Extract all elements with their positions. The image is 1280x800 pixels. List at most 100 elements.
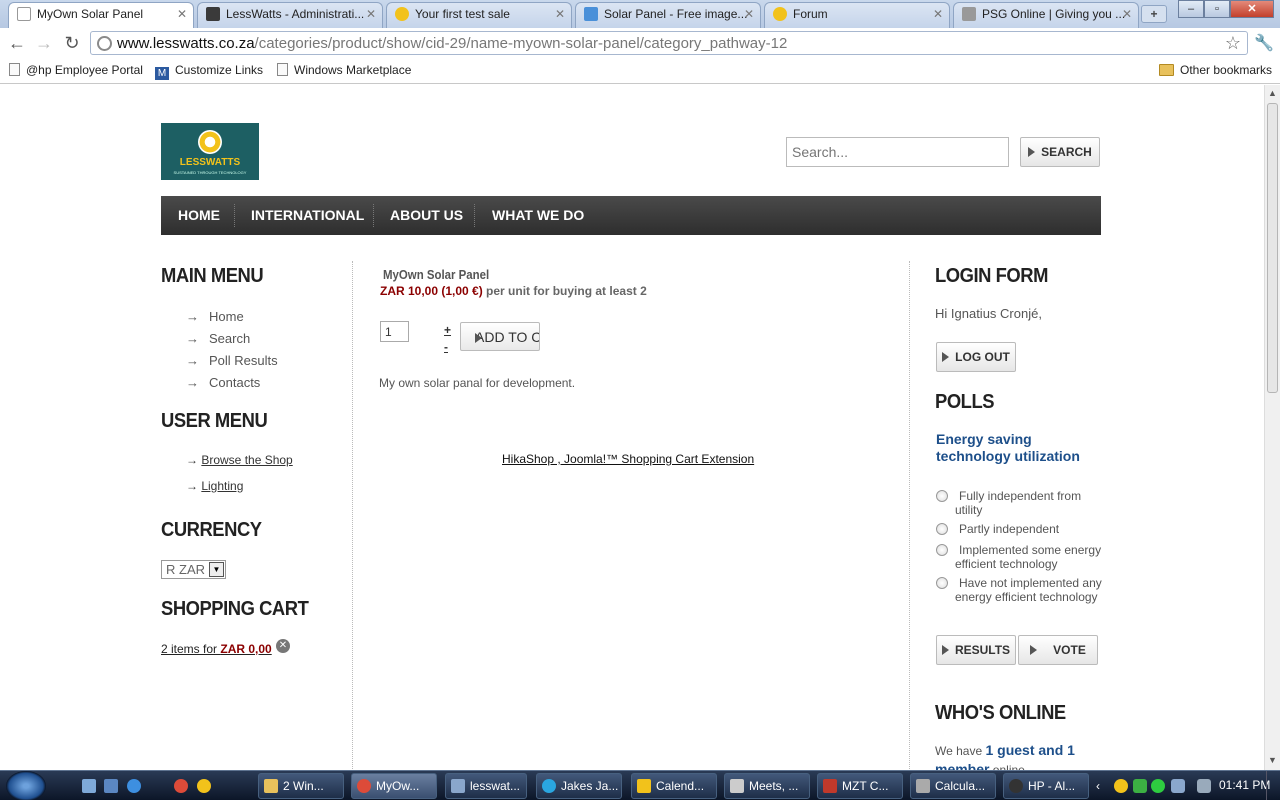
quantity-decrease-button[interactable]: - [444,340,448,354]
wrench-icon[interactable]: 🔧 [1254,33,1274,53]
tab-label: PSG Online | Giving you ... [982,7,1126,21]
close-icon[interactable]: ✕ [744,3,754,25]
radio-button[interactable] [936,544,948,556]
psg-icon [962,7,976,21]
main-menu-item-home[interactable]: → Home [186,309,244,324]
taskbar-item[interactable]: MyOw... [351,773,437,799]
explorer-icon[interactable] [104,779,118,793]
scrollbar-thumb[interactable] [1267,103,1278,393]
arrow-right-icon: → [186,353,199,368]
other-bookmarks[interactable]: Other bookmarks [1159,63,1272,77]
start-button[interactable] [6,771,46,800]
cart-summary-link[interactable]: 2 items for ZAR 0,00 [161,642,272,656]
scroll-up-arrow-icon[interactable]: ▲ [1268,88,1277,98]
remove-icon[interactable]: ✕ [276,639,290,653]
bookmark-customize-links[interactable]: M Customize Links [155,63,263,80]
nav-what-we-do[interactable]: WHAT WE DO [492,196,584,235]
chrome-icon [357,779,371,793]
user-menu-item-browse-shop[interactable]: → Browse the Shop [186,453,293,467]
user-menu-title: USER MENU [161,410,268,432]
add-to-cart-button[interactable]: ADD TO C [460,322,540,351]
sun-icon [773,7,787,21]
main-menu-item-contacts[interactable]: → Contacts [186,375,260,390]
scroll-down-arrow-icon[interactable]: ▼ [1268,755,1277,765]
minimize-button[interactable]: – [1178,0,1204,18]
radio-button[interactable] [936,577,948,589]
site-logo[interactable]: LESSWATTS SUSTAINED THROUGH TECHNOLOGY [161,123,259,180]
close-icon[interactable]: ✕ [1122,3,1132,25]
hikashop-link[interactable]: HikaShop , Joomla!™ Shopping Cart Extens… [502,452,754,466]
page-scrollbar[interactable]: ▲ ▼ [1264,85,1280,770]
tab-myown-solar-panel[interactable]: MyOwn Solar Panel ✕ [8,2,194,29]
arrow-right-icon: → [186,309,199,324]
taskbar-item[interactable]: Meets, ... [724,773,810,799]
taskbar-item[interactable]: Calcula... [910,773,996,799]
close-icon[interactable]: ✕ [555,3,565,25]
new-tab-button[interactable]: + [1141,5,1167,23]
hp-icon [1009,779,1023,793]
volume-tray-icon[interactable] [1197,779,1211,793]
reload-button[interactable]: ↻ [61,32,83,54]
nav-about-us[interactable]: ABOUT US [390,196,463,235]
address-bar[interactable]: www.lesswatts.co.za/categories/product/s… [90,31,1248,55]
poll-option[interactable]: Fully independent from utility [936,489,1104,517]
tab-forum[interactable]: Forum ✕ [764,2,950,28]
bookmark-hp-employee-portal[interactable]: @hp Employee Portal [9,63,143,77]
nav-international[interactable]: INTERNATIONAL [251,196,364,235]
forward-button[interactable]: → [33,32,55,54]
chrome-icon[interactable] [174,779,188,793]
radio-button[interactable] [936,523,948,535]
tray-expand-icon[interactable]: ‹ [1096,779,1110,793]
taskbar-item[interactable]: MZT C... [817,773,903,799]
taskbar-item[interactable]: Calend... [631,773,717,799]
calendar-icon [637,779,651,793]
search-button[interactable]: SEARCH [1020,137,1100,167]
poll-option[interactable]: Have not implemented any energy efficien… [936,576,1104,604]
tab-psg-online[interactable]: PSG Online | Giving you ... ✕ [953,2,1139,28]
show-desktop-icon[interactable] [82,779,96,793]
page-icon [277,63,288,76]
close-window-button[interactable]: ✕ [1230,0,1274,18]
messenger-icon[interactable] [197,779,211,793]
currency-select[interactable]: R ZAR ▼ [161,560,226,579]
logout-button[interactable]: LOG OUT [936,342,1016,372]
radio-button[interactable] [936,490,948,502]
whos-online-title: WHO'S ONLINE [935,702,1066,724]
sun-icon [395,7,409,21]
tab-label: Your first test sale [415,7,510,21]
taskbar-item[interactable]: lesswat... [445,773,527,799]
user-menu-item-lighting[interactable]: → Lighting [186,479,243,493]
close-icon[interactable]: ✕ [177,3,187,25]
close-icon[interactable]: ✕ [933,3,943,25]
bookmark-windows-marketplace[interactable]: Windows Marketplace [277,63,411,77]
maximize-button[interactable]: ▫ [1204,0,1230,18]
taskbar-item[interactable]: 2 Win... [258,773,344,799]
meeting-icon [730,779,744,793]
network-tray-icon[interactable] [1133,779,1147,793]
messenger-tray-icon[interactable] [1114,779,1128,793]
ie-icon[interactable] [127,779,141,793]
system-clock[interactable]: 01:41 PM [1219,778,1270,792]
nav-home[interactable]: HOME [178,196,220,235]
poll-results-button[interactable]: RESULTS [936,635,1016,665]
image-icon [584,7,598,21]
poll-option[interactable]: Partly independent [936,522,1104,536]
main-menu-item-poll-results[interactable]: → Poll Results [186,353,278,368]
back-button[interactable]: ← [6,32,28,54]
tab-solar-panel-images[interactable]: Solar Panel - Free image... ✕ [575,2,761,28]
close-icon[interactable]: ✕ [366,3,376,25]
tab-lesswatts-admin[interactable]: LessWatts - Administrati... ✕ [197,2,383,28]
bookmark-star-icon[interactable]: ☆ [1225,33,1241,54]
show-desktop-button[interactable] [1266,771,1280,800]
search-input[interactable] [786,137,1009,167]
quantity-input[interactable] [380,321,409,342]
poll-option[interactable]: Implemented some energy efficient techno… [936,543,1104,571]
main-menu-item-search[interactable]: → Search [186,331,250,346]
wireless-tray-icon[interactable] [1171,779,1185,793]
security-tray-icon[interactable] [1151,779,1165,793]
poll-vote-button[interactable]: VOTE [1018,635,1098,665]
taskbar-item[interactable]: HP - Al... [1003,773,1089,799]
quantity-increase-button[interactable]: + [444,323,451,337]
taskbar-item[interactable]: Jakes Ja... [536,773,622,799]
tab-first-test-sale[interactable]: Your first test sale ✕ [386,2,572,28]
